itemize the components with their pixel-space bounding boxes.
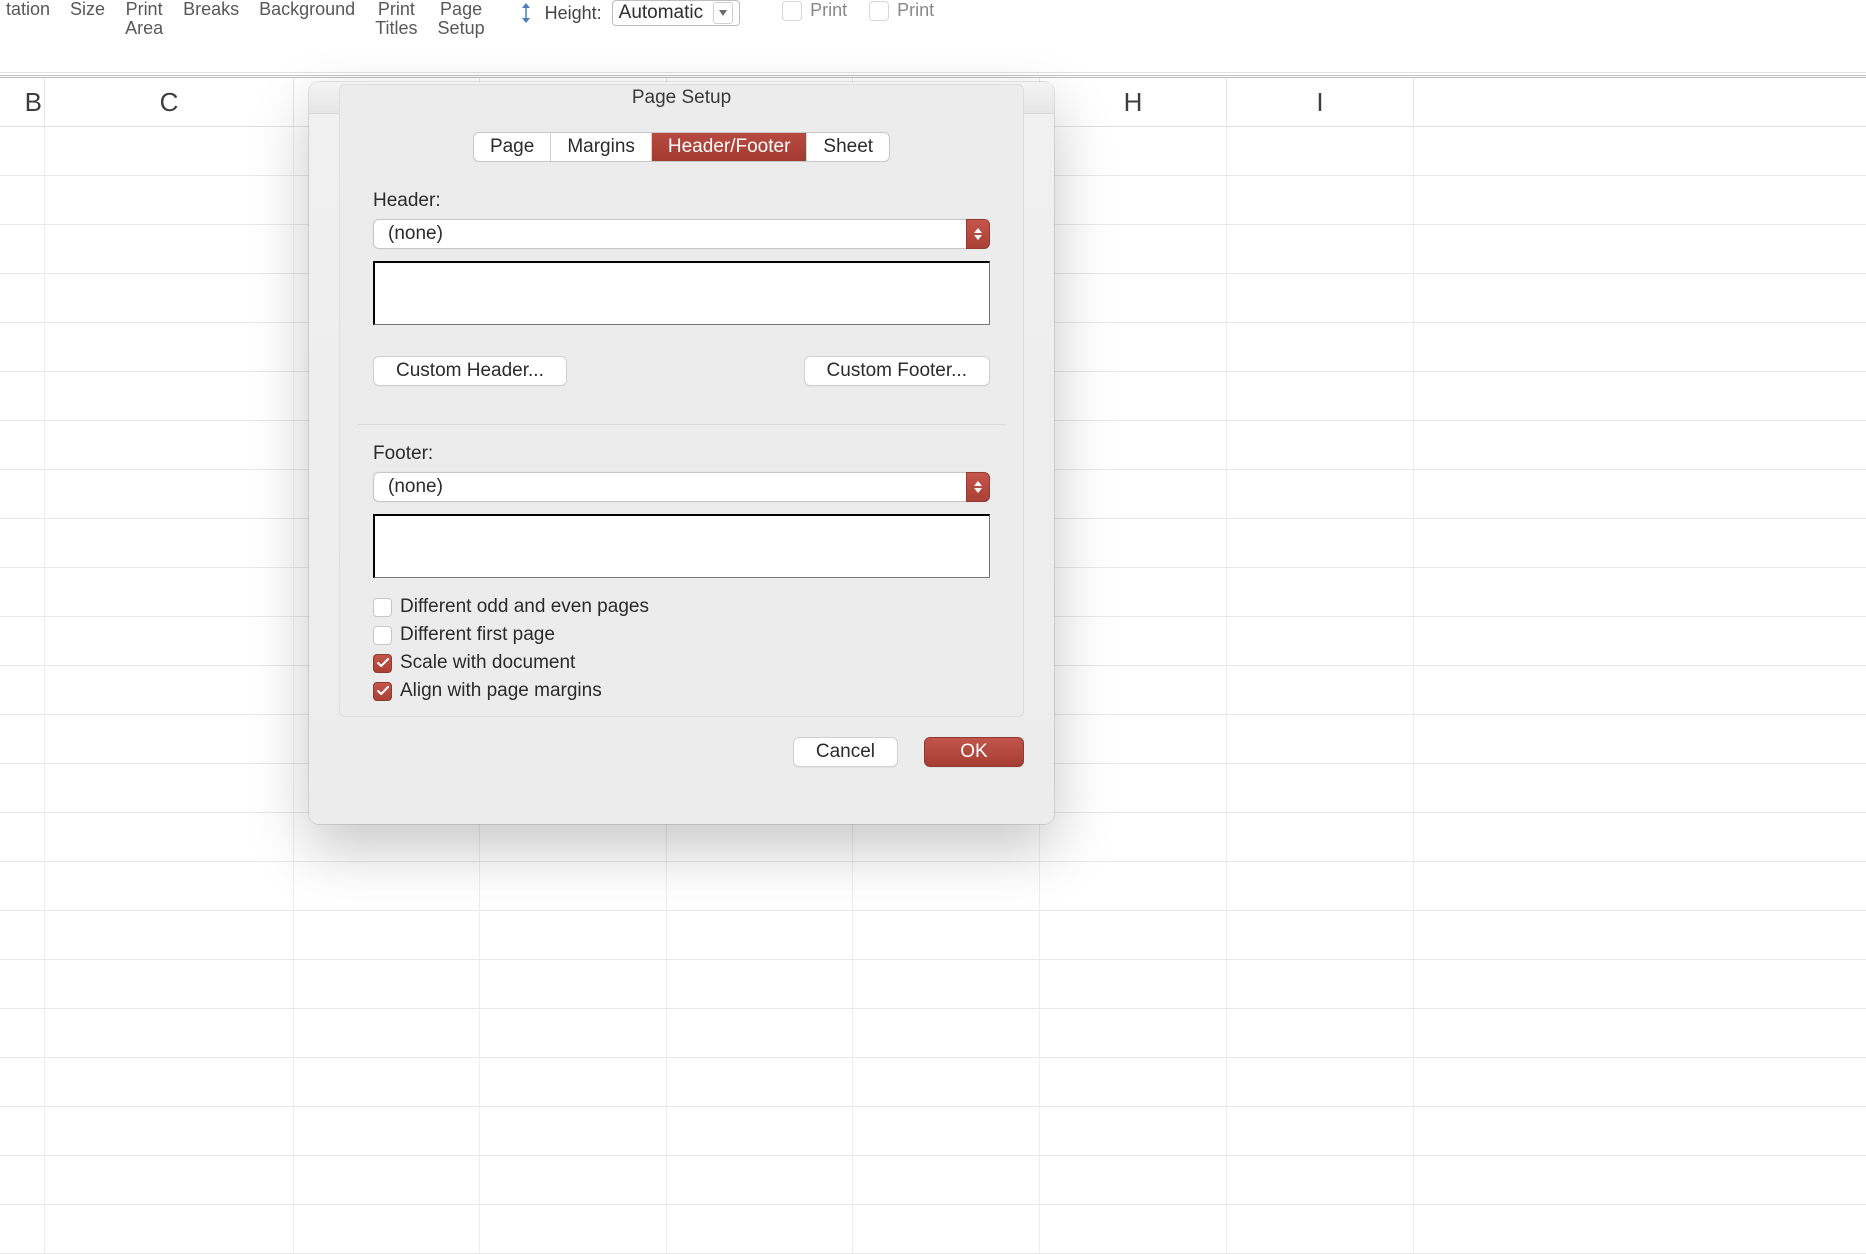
footer-select[interactable]: (none): [373, 472, 990, 502]
stepper-icon: [966, 219, 990, 249]
footer-preview: [373, 514, 990, 578]
tab-margins[interactable]: Margins: [551, 133, 652, 161]
ribbon-item-size[interactable]: Size: [70, 0, 105, 19]
checkbox-label: Different first page: [400, 624, 555, 646]
column-header-b[interactable]: B: [0, 78, 45, 126]
ribbon-item-orientation[interactable]: tation: [6, 0, 50, 19]
checkbox-label: Align with page margins: [400, 680, 602, 702]
ribbon-item-background[interactable]: Background: [259, 0, 355, 19]
column-header-c[interactable]: C: [45, 78, 294, 126]
ribbon-label: Print: [810, 0, 847, 21]
ribbon-label: Breaks: [183, 0, 239, 19]
height-icon: [517, 1, 535, 26]
height-label: Height:: [545, 3, 602, 24]
checkbox-icon: [869, 1, 889, 21]
checkbox-icon: [373, 598, 392, 617]
ribbon-label: Area: [125, 19, 163, 38]
ribbon-label: Size: [70, 0, 105, 19]
ribbon-label: Print: [378, 0, 415, 19]
height-value: Automatic: [619, 2, 703, 24]
custom-footer-button[interactable]: Custom Footer...: [804, 356, 990, 386]
ribbon-label: tation: [6, 0, 50, 19]
tab-page[interactable]: Page: [474, 133, 551, 161]
checkbox-icon: [373, 626, 392, 645]
separator: [0, 72, 1866, 73]
header-label: Header:: [373, 190, 990, 212]
checkbox-icon: [782, 1, 802, 21]
checkbox-scale-document[interactable]: Scale with document: [373, 652, 990, 674]
height-select[interactable]: Automatic: [612, 0, 740, 26]
ribbon-label: Page: [440, 0, 482, 19]
ribbon-print-checkbox-2[interactable]: Print: [869, 0, 934, 21]
separator: [358, 424, 1005, 425]
dialog-tabs: Page Margins Header/Footer Sheet: [473, 132, 890, 162]
column-header-i[interactable]: I: [1227, 78, 1414, 126]
ribbon-item-print-titles[interactable]: Print Titles: [375, 0, 417, 38]
tab-sheet[interactable]: Sheet: [807, 133, 889, 161]
header-select[interactable]: (none): [373, 219, 990, 249]
page-setup-dialog: Page Setup Page Margins Header/Footer Sh…: [309, 82, 1054, 824]
checkbox-odd-even[interactable]: Different odd and even pages: [373, 596, 990, 618]
ribbon-label: Setup: [438, 19, 485, 38]
checkbox-align-margins[interactable]: Align with page margins: [373, 680, 990, 702]
chevron-down-icon: [713, 2, 733, 24]
footer-label: Footer:: [373, 443, 990, 465]
checkbox-first-page[interactable]: Different first page: [373, 624, 990, 646]
checkbox-checked-icon: [373, 682, 392, 701]
ribbon: tation Size Print Area Breaks Background…: [0, 0, 1866, 34]
ribbon-item-print-area[interactable]: Print Area: [125, 0, 163, 38]
ribbon-item-breaks[interactable]: Breaks: [183, 0, 239, 19]
ribbon-item-page-setup[interactable]: Page Setup: [438, 0, 485, 38]
ribbon-label: Print: [897, 0, 934, 21]
ribbon-label: Titles: [375, 19, 417, 38]
ok-button[interactable]: OK: [924, 737, 1024, 767]
stepper-icon: [966, 472, 990, 502]
footer-select-value: (none): [388, 476, 443, 498]
separator: [0, 75, 1866, 76]
checkbox-label: Scale with document: [400, 652, 575, 674]
column-header-h[interactable]: H: [1040, 78, 1227, 126]
ribbon-print-checkbox-1[interactable]: Print: [782, 0, 847, 21]
header-preview: [373, 261, 990, 325]
header-select-value: (none): [388, 223, 443, 245]
cancel-button[interactable]: Cancel: [793, 737, 898, 767]
ribbon-label: Print: [126, 0, 163, 19]
tab-header-footer[interactable]: Header/Footer: [652, 133, 808, 161]
checkbox-label: Different odd and even pages: [400, 596, 649, 618]
custom-header-button[interactable]: Custom Header...: [373, 356, 567, 386]
ribbon-label: Background: [259, 0, 355, 19]
checkbox-checked-icon: [373, 654, 392, 673]
